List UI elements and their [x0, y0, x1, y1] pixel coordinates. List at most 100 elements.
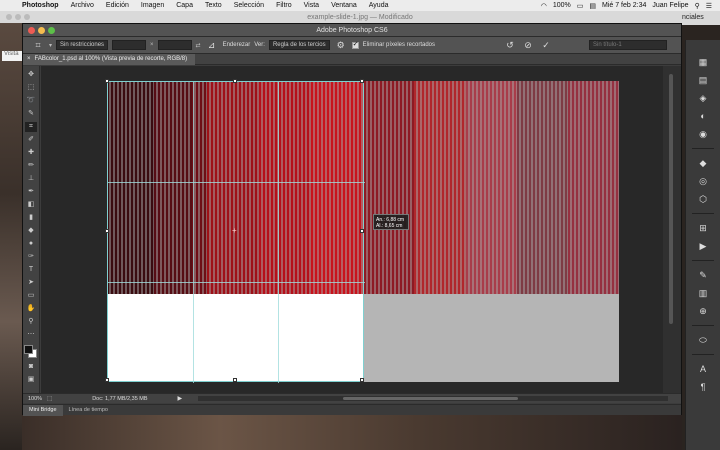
cancel-crop-icon[interactable]: ⊘	[521, 40, 535, 51]
zoom-tool-icon[interactable]: ⚲	[25, 317, 37, 327]
swatches-panel-icon[interactable]: ▤	[696, 74, 710, 86]
commit-crop-icon[interactable]: ✓	[539, 40, 553, 51]
crop-handle-bottom-left[interactable]	[105, 378, 109, 382]
dropdown-chevron-icon[interactable]: ▾	[49, 42, 52, 49]
hand-tool-icon[interactable]: ✋	[25, 304, 37, 314]
battery-icon[interactable]: ▭	[577, 2, 584, 10]
flag-icon[interactable]: ▤	[589, 2, 596, 10]
menu-imagen[interactable]: Imagen	[135, 2, 170, 9]
zoom-dot-icon[interactable]	[24, 14, 30, 20]
crop-handle-bottom-right[interactable]	[360, 378, 364, 382]
workspace-preset-select[interactable]: Sin título-1	[589, 40, 667, 50]
swap-dimensions-button[interactable]: ⇄	[196, 42, 201, 49]
menu-filtro[interactable]: Filtro	[270, 2, 298, 9]
width-field[interactable]	[112, 40, 147, 50]
dodge-tool-icon[interactable]: ●	[25, 239, 37, 249]
tool-presets-icon[interactable]: ⬭	[696, 334, 710, 346]
styles-panel-icon[interactable]: ◈	[696, 92, 710, 104]
channels-panel-icon[interactable]: ◎	[696, 175, 710, 187]
ratio-select[interactable]: Sin restricciones	[56, 40, 109, 50]
clone-stamp-tool-icon[interactable]: ⊥	[25, 174, 37, 184]
horizontal-scroll-thumb[interactable]	[343, 397, 518, 400]
menu-ventana[interactable]: Ventana	[325, 2, 363, 9]
blur-tool-icon[interactable]: ◆	[25, 226, 37, 236]
menu-archivo[interactable]: Archivo	[65, 2, 100, 9]
pen-tool-icon[interactable]: ✑	[25, 252, 37, 262]
color-swatches[interactable]	[24, 345, 38, 359]
document-tab[interactable]: × FABcolor_1.psd al 100% (Vista previa d…	[23, 53, 196, 65]
photoshop-titlebar[interactable]: Adobe Photoshop CS6	[23, 24, 681, 37]
crop-handle-top-right[interactable]	[360, 79, 364, 83]
menu-app-photoshop[interactable]: Photoshop	[16, 2, 65, 9]
zoom-level[interactable]: 100%	[23, 396, 47, 402]
search-icon[interactable]: ⚲	[695, 2, 700, 10]
move-tool-icon[interactable]: ✥	[25, 70, 37, 80]
more-tools-icon[interactable]: ⋯	[25, 330, 37, 340]
gradient-tool-icon[interactable]: ▮	[25, 213, 37, 223]
menu-seleccion[interactable]: Selección	[228, 2, 270, 9]
history-panel-icon[interactable]: ⊞	[696, 222, 710, 234]
color-panel-icon[interactable]: ▦	[696, 56, 710, 68]
delete-cropped-checkbox[interactable]	[351, 40, 359, 49]
masks-panel-icon[interactable]: ◉	[696, 128, 710, 140]
lasso-tool-icon[interactable]: ➰	[25, 96, 37, 106]
delete-cropped-label[interactable]: Eliminar píxeles recortados	[363, 42, 435, 48]
screen-mode-icon[interactable]: ▣	[25, 375, 37, 385]
paragraph-panel-icon[interactable]: ¶	[696, 381, 710, 393]
crop-handle-top[interactable]	[233, 79, 237, 83]
layers-panel-icon[interactable]: ◆	[696, 157, 710, 169]
crop-tool-icon[interactable]: ⌗	[25, 122, 37, 132]
marquee-tool-icon[interactable]: ⬚	[25, 83, 37, 93]
close-tab-icon[interactable]: ×	[27, 56, 31, 62]
clock[interactable]: Mié 7 feb 2:34	[602, 2, 646, 9]
shape-tool-icon[interactable]: ▭	[25, 291, 37, 301]
menu-capa[interactable]: Capa	[170, 2, 199, 9]
paths-panel-icon[interactable]: ⬡	[696, 193, 710, 205]
crop-handle-right[interactable]	[360, 229, 364, 233]
tab-timeline[interactable]: Línea de tiempo	[63, 405, 114, 416]
actions-panel-icon[interactable]: ▶	[696, 240, 710, 252]
height-field[interactable]	[157, 40, 192, 50]
crop-handle-top-left[interactable]	[105, 79, 109, 83]
menu-vista[interactable]: Vista	[298, 2, 325, 9]
type-tool-icon[interactable]: T	[25, 265, 37, 275]
list-icon[interactable]: ☰	[706, 2, 712, 10]
menu-texto[interactable]: Texto	[199, 2, 228, 9]
zoom-window-icon[interactable]	[48, 27, 55, 34]
user-name[interactable]: Juan Felipe	[652, 2, 688, 9]
healing-tool-icon[interactable]: ✚	[25, 148, 37, 158]
tab-mini-bridge[interactable]: Mini Bridge	[23, 404, 63, 416]
straighten-icon[interactable]: ⊿	[205, 40, 219, 51]
horizontal-scrollbar[interactable]	[198, 396, 668, 401]
vertical-scrollbar[interactable]	[663, 66, 681, 393]
menu-edicion[interactable]: Edición	[100, 2, 135, 9]
crop-handle-left[interactable]	[105, 229, 109, 233]
minimize-window-icon[interactable]	[38, 27, 45, 34]
close-dot-icon[interactable]	[6, 14, 12, 20]
brush-tool-icon[interactable]: ✏	[25, 161, 37, 171]
eyedropper-tool-icon[interactable]: ✐	[25, 135, 37, 145]
close-window-icon[interactable]	[28, 27, 35, 34]
crop-handle-bottom[interactable]	[233, 378, 237, 382]
battery-percent[interactable]: 100%	[553, 2, 571, 9]
minimize-dot-icon[interactable]	[15, 14, 21, 20]
view-overlay-select[interactable]: Regla de los tercios	[268, 40, 330, 50]
crop-box[interactable]: +	[105, 79, 365, 383]
canvas-area[interactable]: + An.: 6,88 cm Al.: 8,65 cm	[41, 66, 663, 393]
menu-ayuda[interactable]: Ayuda	[363, 2, 395, 9]
wifi-icon[interactable]: ◠	[541, 2, 547, 10]
quick-select-tool-icon[interactable]: ✎	[25, 109, 37, 119]
reset-icon[interactable]: ↺	[503, 40, 517, 51]
eraser-tool-icon[interactable]: ◧	[25, 200, 37, 210]
status-export-icon[interactable]: ⬚	[47, 396, 52, 402]
document-image[interactable]: + An.: 6,88 cm Al.: 8,65 cm	[105, 79, 619, 383]
foreground-color-swatch[interactable]	[24, 345, 33, 354]
brush-presets-icon[interactable]: ▥	[696, 287, 710, 299]
status-menu-arrow-icon[interactable]: ▶	[178, 395, 183, 402]
path-select-tool-icon[interactable]: ➤	[25, 278, 37, 288]
crop-tool-icon[interactable]: ⌗	[31, 40, 45, 51]
adjustments-panel-icon[interactable]: ◐	[696, 110, 710, 122]
settings-gear-icon[interactable]: ⚙	[334, 40, 348, 51]
history-brush-tool-icon[interactable]: ✒	[25, 187, 37, 197]
quick-mask-icon[interactable]: ◙	[25, 362, 37, 372]
